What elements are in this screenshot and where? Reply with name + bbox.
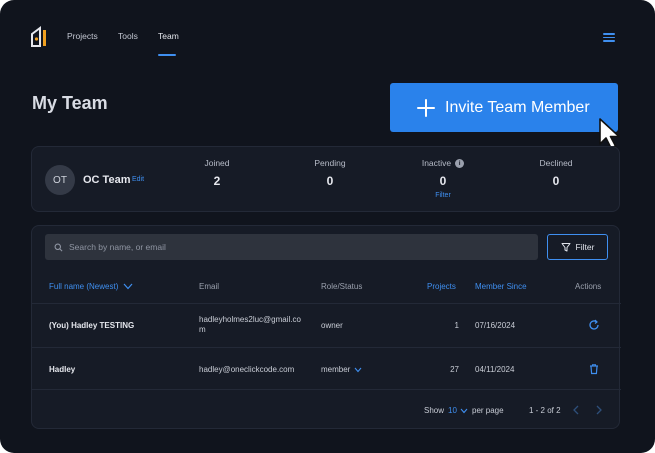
nav-tools[interactable]: Tools (118, 31, 138, 41)
menu-icon[interactable] (603, 33, 615, 42)
invite-team-member-button[interactable]: Invite Team Member (390, 83, 618, 132)
app-window: Projects Tools Team My Team Invite Team … (0, 0, 655, 453)
stat-label-row: Inactive i (403, 158, 483, 168)
chevron-down-icon (354, 367, 362, 372)
stat-value: 0 (439, 174, 447, 188)
stat-joined: Joined 2 (177, 158, 257, 188)
header-member-since[interactable]: Member Since (475, 282, 527, 291)
header-projects[interactable]: Projects (427, 282, 456, 291)
stat-pending: Pending 0 (290, 158, 370, 188)
member-name: Hadley (49, 365, 76, 374)
nav-active-indicator (158, 54, 176, 56)
search-icon (54, 243, 63, 251)
member-since: 04/11/2024 (475, 365, 515, 374)
header-actions: Actions (575, 282, 602, 291)
page-title: My Team (32, 93, 108, 113)
stat-label: Inactive (421, 158, 452, 168)
header-role-status: Role/Status (321, 282, 363, 291)
nav-team[interactable]: Team (158, 31, 179, 41)
stat-value: 0 (326, 174, 334, 188)
member-name: (You) Hadley TESTING (49, 321, 135, 330)
chevron-down-icon (460, 408, 468, 413)
member-role: member (321, 365, 351, 374)
row-divider (32, 389, 621, 390)
stat-declined: Declined 0 (516, 158, 596, 188)
filter-icon (561, 243, 571, 252)
pagination-range: 1 - 2 of 2 (529, 406, 561, 415)
page-size-value: 10 (448, 406, 457, 415)
invite-button-label: Invite Team Member (445, 98, 590, 116)
stat-value: 0 (552, 174, 560, 188)
chevron-down-icon (123, 283, 133, 290)
inactive-filter-link[interactable]: Filter (403, 192, 483, 199)
header-email: Email (199, 282, 220, 291)
filter-button[interactable]: Filter (547, 234, 608, 260)
member-role: owner (321, 321, 343, 330)
team-members-card: Search by name, or email Filter Full nam… (31, 225, 621, 429)
member-since: 07/16/2024 (475, 321, 516, 330)
member-email: hadley@oneclickcode.com (199, 365, 295, 374)
row-divider (32, 347, 621, 348)
member-role-select[interactable]: member (321, 365, 362, 374)
team-avatar: OT (45, 165, 75, 195)
filter-button-label: Filter (575, 242, 595, 252)
chevron-left-icon[interactable] (570, 404, 582, 416)
edit-team-link[interactable]: Edit (132, 176, 144, 183)
stat-value: 2 (213, 174, 221, 188)
stat-inactive: Inactive i 0 Filter (403, 158, 483, 199)
chevron-right-icon[interactable] (593, 404, 605, 416)
team-stats-card: OT OC Team Edit Joined 2 Pending 0 Inact… (31, 146, 620, 212)
member-projects: 27 (450, 365, 459, 374)
stat-label: Pending (314, 158, 346, 168)
trash-icon[interactable] (588, 363, 600, 375)
info-icon[interactable]: i (455, 158, 465, 168)
stat-label: Declined (539, 158, 573, 168)
header-label: Full name (Newest) (49, 282, 119, 291)
member-email: hadleyholmes2luc@gmail.com (199, 315, 301, 334)
page-size-select[interactable]: 10 (448, 406, 468, 415)
search-input[interactable]: Search by name, or email (45, 234, 538, 260)
plus-icon (417, 98, 435, 117)
nav-projects[interactable]: Projects (67, 31, 98, 41)
pagination-per-page-label: per page (472, 406, 504, 415)
header-full-name[interactable]: Full name (Newest) (49, 282, 133, 291)
logo-icon[interactable] (30, 26, 48, 48)
row-divider (32, 303, 621, 304)
member-projects: 1 (454, 321, 459, 330)
team-name: OC Team (83, 174, 131, 186)
search-placeholder: Search by name, or email (69, 242, 166, 252)
refresh-icon[interactable] (588, 319, 600, 331)
stat-label: Joined (204, 158, 230, 168)
pagination-show-label: Show (424, 406, 445, 415)
